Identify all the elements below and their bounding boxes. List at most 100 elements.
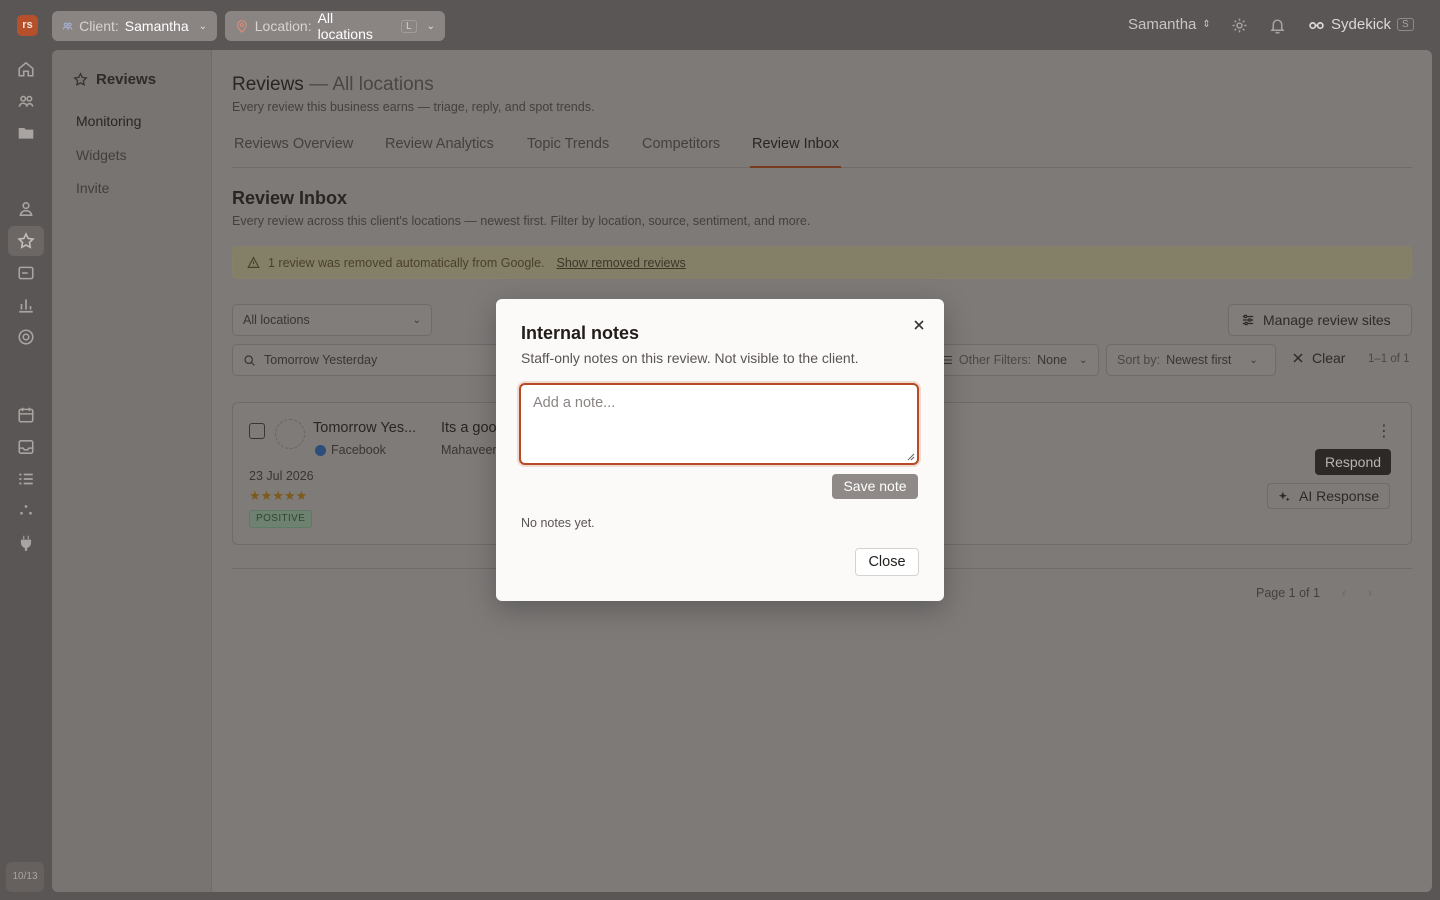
tab-reviews-overview[interactable]: Reviews Overview [234, 136, 353, 152]
plug-icon[interactable] [17, 534, 35, 552]
note-input[interactable] [519, 383, 919, 465]
location-value: All locations [317, 10, 373, 42]
reviewer-name: Tomorrow Yes... [313, 420, 417, 436]
tab-topic-trends[interactable]: Topic Trends [527, 136, 609, 152]
search-icon [244, 354, 255, 366]
close-icon[interactable] [910, 316, 928, 334]
page-subtitle: Every review this business earns — triag… [232, 100, 595, 114]
modal-title: Internal notes [521, 323, 640, 343]
respond-button[interactable]: Respond [1315, 449, 1392, 475]
sort-label: Sort by: [1117, 353, 1161, 367]
other-filters-label: Other Filters: [958, 353, 1032, 367]
clear-filters-button[interactable]: Clear [1292, 350, 1345, 366]
sentiment-badge: POSITIVE [249, 510, 313, 528]
close-button[interactable]: Close [855, 548, 919, 576]
sort-select[interactable]: Sort by: Newest first ⌄ [1106, 344, 1276, 376]
star-icon [73, 72, 88, 86]
facebook-icon [315, 444, 326, 456]
person-icon[interactable] [17, 200, 35, 218]
reviews-subnav: Reviews Monitoring Widgets Invite [52, 50, 212, 892]
sydekick-button[interactable]: Sydekick S [1308, 16, 1414, 33]
ai-response-button[interactable]: AI Response [1267, 483, 1391, 509]
chevron-down-icon: ⌄ [1079, 354, 1088, 366]
client-label: Client: [79, 18, 119, 34]
review-text[interactable]: Its a goo [441, 420, 497, 436]
tab-review-analytics[interactable]: Review Analytics [385, 136, 494, 152]
top-bar: rs Client: Samantha ⌄ Location: All loca… [0, 0, 1440, 50]
chevron-down-icon: ⌄ [1249, 354, 1258, 366]
users-icon [62, 22, 73, 30]
subnav-item-monitoring[interactable]: Monitoring [76, 113, 141, 129]
section-subtitle: Every review across this client's locati… [232, 214, 811, 228]
list-icon[interactable] [17, 470, 35, 488]
alert-text: 1 review was removed automatically from … [268, 255, 545, 270]
other-filters-select[interactable]: ☰ Other Filters: None ⌄ [932, 344, 1099, 376]
sliders-icon [1242, 314, 1254, 326]
tab-competitors[interactable]: Competitors [642, 136, 720, 152]
users-icon[interactable] [17, 92, 35, 110]
internal-notes-modal: Internal notes Staff-only notes on this … [496, 299, 944, 601]
client-switcher[interactable]: Client: Samantha ⌄ [52, 11, 217, 41]
chevron-down-icon: ⌄ [412, 314, 421, 326]
usage-badge[interactable]: 10/13 [6, 862, 44, 892]
bar-chart-icon[interactable] [17, 296, 35, 314]
subnav-title-label: Reviews [96, 71, 157, 88]
page-indicator: Page 1 of 1 [1256, 586, 1320, 600]
review-source: Facebook [315, 443, 386, 457]
map-pin-icon [236, 20, 247, 33]
location-filter-value: All locations [243, 313, 310, 327]
gear-icon[interactable] [1231, 17, 1248, 34]
sparkle-icon[interactable] [17, 502, 35, 520]
tab-bar: Reviews Overview Review Analytics Topic … [232, 136, 1412, 168]
review-select-checkbox[interactable] [249, 423, 265, 439]
close-icon [1293, 353, 1303, 363]
other-filters-value: None [1037, 353, 1068, 367]
empty-notes-text: No notes yet. [521, 516, 595, 530]
home-icon[interactable] [17, 60, 35, 78]
active-tab-indicator [750, 166, 841, 168]
chevron-down-icon: ⌄ [426, 20, 435, 32]
removed-review-alert: 1 review was removed automatically from … [232, 246, 1412, 279]
location-shortcut: L [401, 19, 417, 33]
save-note-button[interactable]: Save note [832, 474, 918, 499]
pagination: Page 1 of 1 ‹ › [1256, 586, 1372, 600]
target-icon[interactable] [17, 328, 35, 346]
subnav-item-widgets[interactable]: Widgets [76, 147, 127, 163]
subnav-item-invite[interactable]: Invite [76, 180, 109, 196]
user-switcher[interactable]: Samantha ⇕ [1128, 16, 1211, 33]
location-filter-select[interactable]: All locations ⌄ [232, 304, 432, 336]
star-icon[interactable] [8, 226, 44, 256]
app-logo[interactable]: rs [17, 15, 38, 36]
sydekick-shortcut: S [1397, 18, 1414, 31]
chevron-left-icon[interactable]: ‹ [1342, 586, 1346, 600]
resize-handle-icon[interactable] [906, 452, 915, 461]
chevron-right-icon[interactable]: › [1368, 586, 1372, 600]
subnav-title: Reviews [73, 71, 156, 88]
manage-review-sites-button[interactable]: Manage review sites [1228, 304, 1412, 336]
show-removed-link[interactable]: Show removed reviews [557, 256, 686, 270]
more-options-icon[interactable]: ⋮ [1376, 421, 1392, 441]
calendar-icon[interactable] [17, 406, 35, 424]
page-title-main: Reviews [232, 74, 304, 95]
chevron-updown-icon: ⇕ [1202, 19, 1211, 30]
review-search-input[interactable]: Tomorrow Yesterday [232, 344, 522, 376]
bell-icon[interactable] [1269, 17, 1286, 34]
review-source-label: Facebook [331, 443, 386, 457]
icon-rail: 10/13 S [0, 50, 52, 900]
location-switcher[interactable]: Location: All locations L ⌄ [225, 10, 445, 42]
page-title: Reviews — All locations [232, 74, 434, 96]
manage-review-sites-label: Manage review sites [1263, 312, 1391, 328]
inbox-icon[interactable] [17, 438, 35, 456]
warning-icon [247, 256, 260, 268]
page-title-suffix: — All locations [309, 74, 434, 95]
sparkle-icon [1278, 491, 1290, 501]
reviewer-avatar [275, 419, 305, 449]
folder-icon[interactable] [17, 124, 35, 142]
tab-review-inbox[interactable]: Review Inbox [752, 136, 839, 152]
card-icon[interactable] [17, 264, 35, 282]
clear-label: Clear [1312, 350, 1346, 366]
ai-response-label: AI Response [1299, 488, 1380, 504]
user-name: Samantha [1128, 16, 1197, 33]
glasses-icon [1309, 22, 1324, 30]
review-date: 23 Jul 2026 [249, 469, 314, 483]
